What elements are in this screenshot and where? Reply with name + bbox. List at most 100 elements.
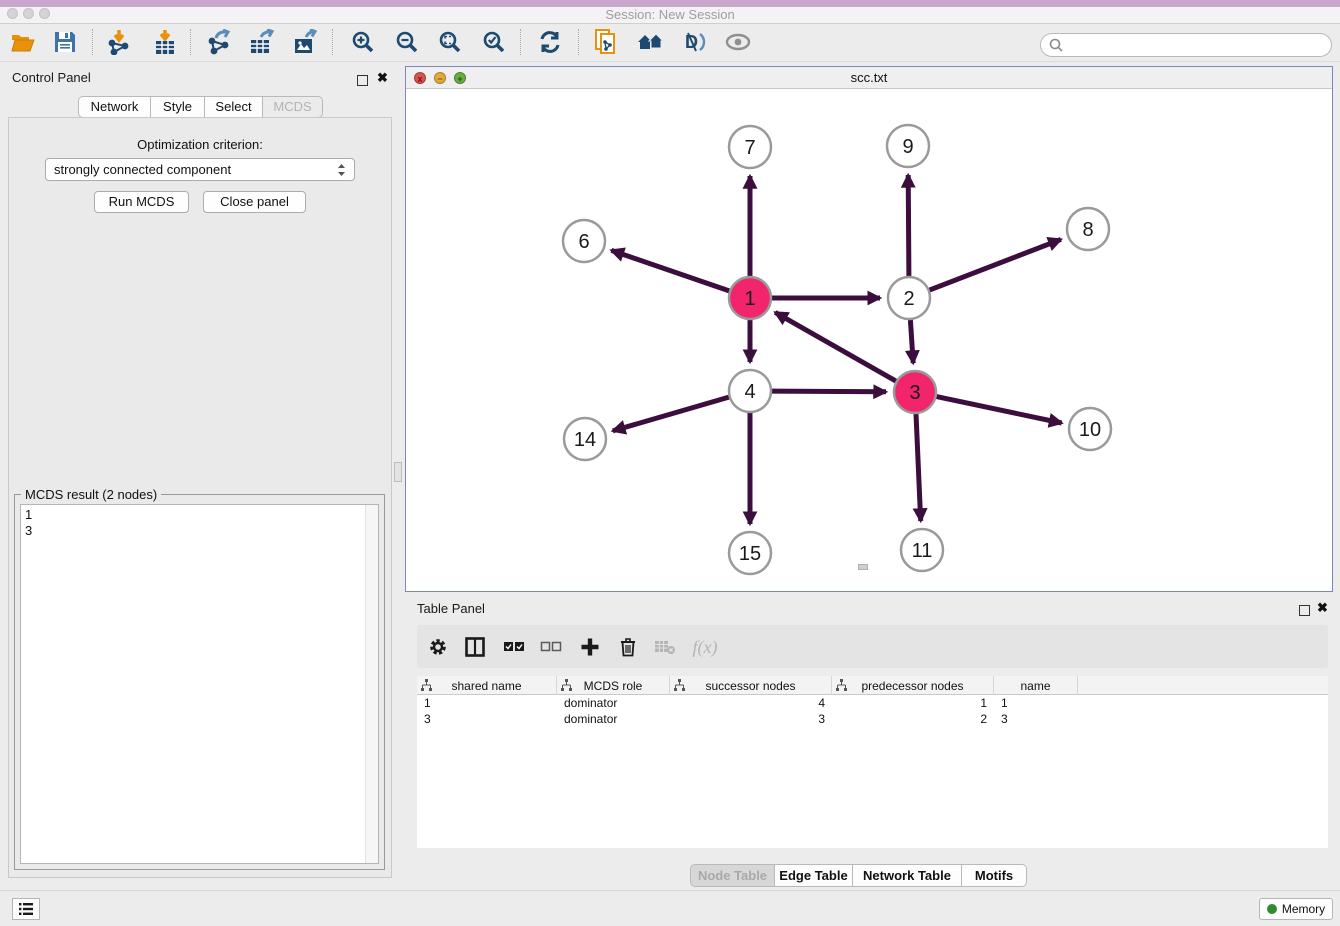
- mcds-result-title: MCDS result (2 nodes): [21, 487, 161, 502]
- network-graph[interactable]: 7 9 6 8 1 2 4 3 14 10 15 11: [406, 89, 1332, 592]
- mcds-result-text[interactable]: 13: [20, 504, 379, 864]
- cell-shared-name[interactable]: 3: [417, 711, 557, 727]
- export-table-icon[interactable]: [246, 27, 278, 57]
- table-panel-title: Table Panel: [417, 601, 485, 616]
- edge-4-14[interactable]: [613, 397, 729, 431]
- tab-edge-table[interactable]: Edge Table: [775, 864, 853, 887]
- cell-shared-name[interactable]: 1: [417, 695, 557, 711]
- network-resize-grip[interactable]: [858, 564, 868, 570]
- control-panel-float-icon[interactable]: [357, 73, 368, 91]
- search-input[interactable]: [1064, 38, 1331, 52]
- zoom-fit-icon[interactable]: [434, 27, 466, 57]
- table-row[interactable]: 1dominator411: [417, 695, 1328, 711]
- cell-successor-nodes[interactable]: 3: [670, 711, 832, 727]
- export-image-icon[interactable]: [290, 27, 322, 57]
- node-7[interactable]: 7: [729, 126, 771, 168]
- edge-4-3[interactable]: [772, 391, 886, 392]
- zoom-in-icon[interactable]: [347, 27, 379, 57]
- run-mcds-button[interactable]: Run MCDS: [94, 191, 189, 213]
- cell-name[interactable]: 3: [994, 711, 1078, 727]
- export-network-icon[interactable]: [203, 27, 235, 57]
- search-field[interactable]: [1040, 33, 1332, 57]
- edge-2-8[interactable]: [930, 239, 1061, 290]
- task-history-button[interactable]: [12, 898, 40, 920]
- refresh-view-icon[interactable]: [534, 27, 566, 57]
- column-header-name[interactable]: name: [994, 676, 1078, 695]
- tab-style[interactable]: Style: [151, 96, 205, 118]
- node-4[interactable]: 4: [729, 370, 771, 412]
- control-panel-close-icon[interactable]: ✖: [377, 72, 388, 83]
- function-builder-icon[interactable]: f(x): [685, 632, 725, 662]
- select-all-icon[interactable]: [499, 632, 529, 662]
- column-header-successor-nodes[interactable]: successor nodes: [670, 676, 832, 695]
- panel-divider-handle[interactable]: [394, 462, 402, 482]
- tab-motifs[interactable]: Motifs: [962, 864, 1027, 887]
- edge-1-6[interactable]: [611, 250, 729, 291]
- mcds-result-scrollbar[interactable]: [365, 505, 378, 863]
- import-network-icon[interactable]: [103, 27, 135, 57]
- edge-3-1[interactable]: [775, 312, 896, 381]
- cyndex-icon[interactable]: D: [677, 27, 709, 57]
- tab-network[interactable]: Network: [78, 96, 151, 118]
- app-titlebar: Session: New Session: [0, 0, 1340, 24]
- criterion-select[interactable]: strongly connected component: [45, 158, 355, 181]
- cell-predecessor-nodes[interactable]: 1: [832, 695, 994, 711]
- mcds-result-group: MCDS result (2 nodes) 13: [14, 494, 385, 870]
- svg-text:11: 11: [912, 540, 933, 562]
- tab-node-table[interactable]: Node Table: [690, 864, 775, 887]
- node-14[interactable]: 14: [564, 418, 606, 460]
- svg-text:7: 7: [744, 137, 755, 159]
- node-9[interactable]: 9: [887, 125, 929, 167]
- import-table-icon[interactable]: [149, 27, 181, 57]
- eye-icon[interactable]: [722, 27, 754, 57]
- cell-predecessor-nodes[interactable]: 2: [832, 711, 994, 727]
- mcds-result-line: 3: [25, 523, 374, 539]
- cell-MCDS-role[interactable]: dominator: [557, 711, 670, 727]
- node-3[interactable]: 3: [894, 371, 936, 413]
- open-file-icon[interactable]: [8, 27, 40, 57]
- zoom-out-icon[interactable]: [391, 27, 423, 57]
- toolbar-separator: [578, 29, 579, 55]
- node-1[interactable]: 1: [729, 277, 771, 319]
- save-session-icon[interactable]: [49, 27, 81, 57]
- close-panel-button[interactable]: Close panel: [203, 191, 306, 213]
- node-15[interactable]: 15: [729, 532, 771, 574]
- edge-2-9[interactable]: [908, 175, 909, 276]
- column-header-shared-name[interactable]: shared name: [417, 676, 557, 695]
- home-icon[interactable]: [634, 27, 666, 57]
- tab-network-table[interactable]: Network Table: [853, 864, 962, 887]
- column-header-MCDS-role[interactable]: MCDS role: [557, 676, 670, 695]
- node-8[interactable]: 8: [1067, 208, 1109, 250]
- gear-icon[interactable]: [423, 632, 453, 662]
- cell-successor-nodes[interactable]: 4: [670, 695, 832, 711]
- zoom-selected-icon[interactable]: [478, 27, 510, 57]
- memory-button[interactable]: Memory: [1259, 898, 1333, 920]
- deselect-all-icon[interactable]: [536, 632, 566, 662]
- node-2[interactable]: 2: [888, 277, 930, 319]
- cell-name[interactable]: 1: [994, 695, 1078, 711]
- tab-mcds[interactable]: MCDS: [263, 96, 323, 118]
- cell-MCDS-role[interactable]: dominator: [557, 695, 670, 711]
- table-row[interactable]: 3dominator323: [417, 711, 1328, 727]
- node-10[interactable]: 10: [1069, 408, 1111, 450]
- criterion-value: strongly connected component: [54, 162, 337, 177]
- column-header-predecessor-nodes[interactable]: predecessor nodes: [832, 676, 994, 695]
- table-panel-float-icon[interactable]: [1299, 603, 1310, 621]
- columns-icon[interactable]: [460, 632, 490, 662]
- main-toolbar: D: [0, 24, 1340, 62]
- edge-3-10[interactable]: [937, 397, 1062, 423]
- edge-3-11[interactable]: [916, 414, 921, 521]
- svg-text:15: 15: [739, 543, 761, 565]
- table-panel-close-icon[interactable]: ✖: [1317, 602, 1328, 613]
- network-window-titlebar[interactable]: x − + scc.txt: [406, 67, 1332, 89]
- add-column-icon[interactable]: [575, 632, 605, 662]
- delete-table-icon[interactable]: [650, 632, 680, 662]
- clone-network-icon[interactable]: [590, 27, 622, 57]
- delete-column-icon[interactable]: [613, 632, 643, 662]
- node-6[interactable]: 6: [563, 220, 605, 262]
- svg-text:2: 2: [903, 288, 914, 310]
- session-title: Session: New Session: [0, 7, 1340, 24]
- tab-select[interactable]: Select: [205, 96, 263, 118]
- node-11[interactable]: 11: [901, 529, 943, 571]
- edge-2-3[interactable]: [910, 320, 913, 363]
